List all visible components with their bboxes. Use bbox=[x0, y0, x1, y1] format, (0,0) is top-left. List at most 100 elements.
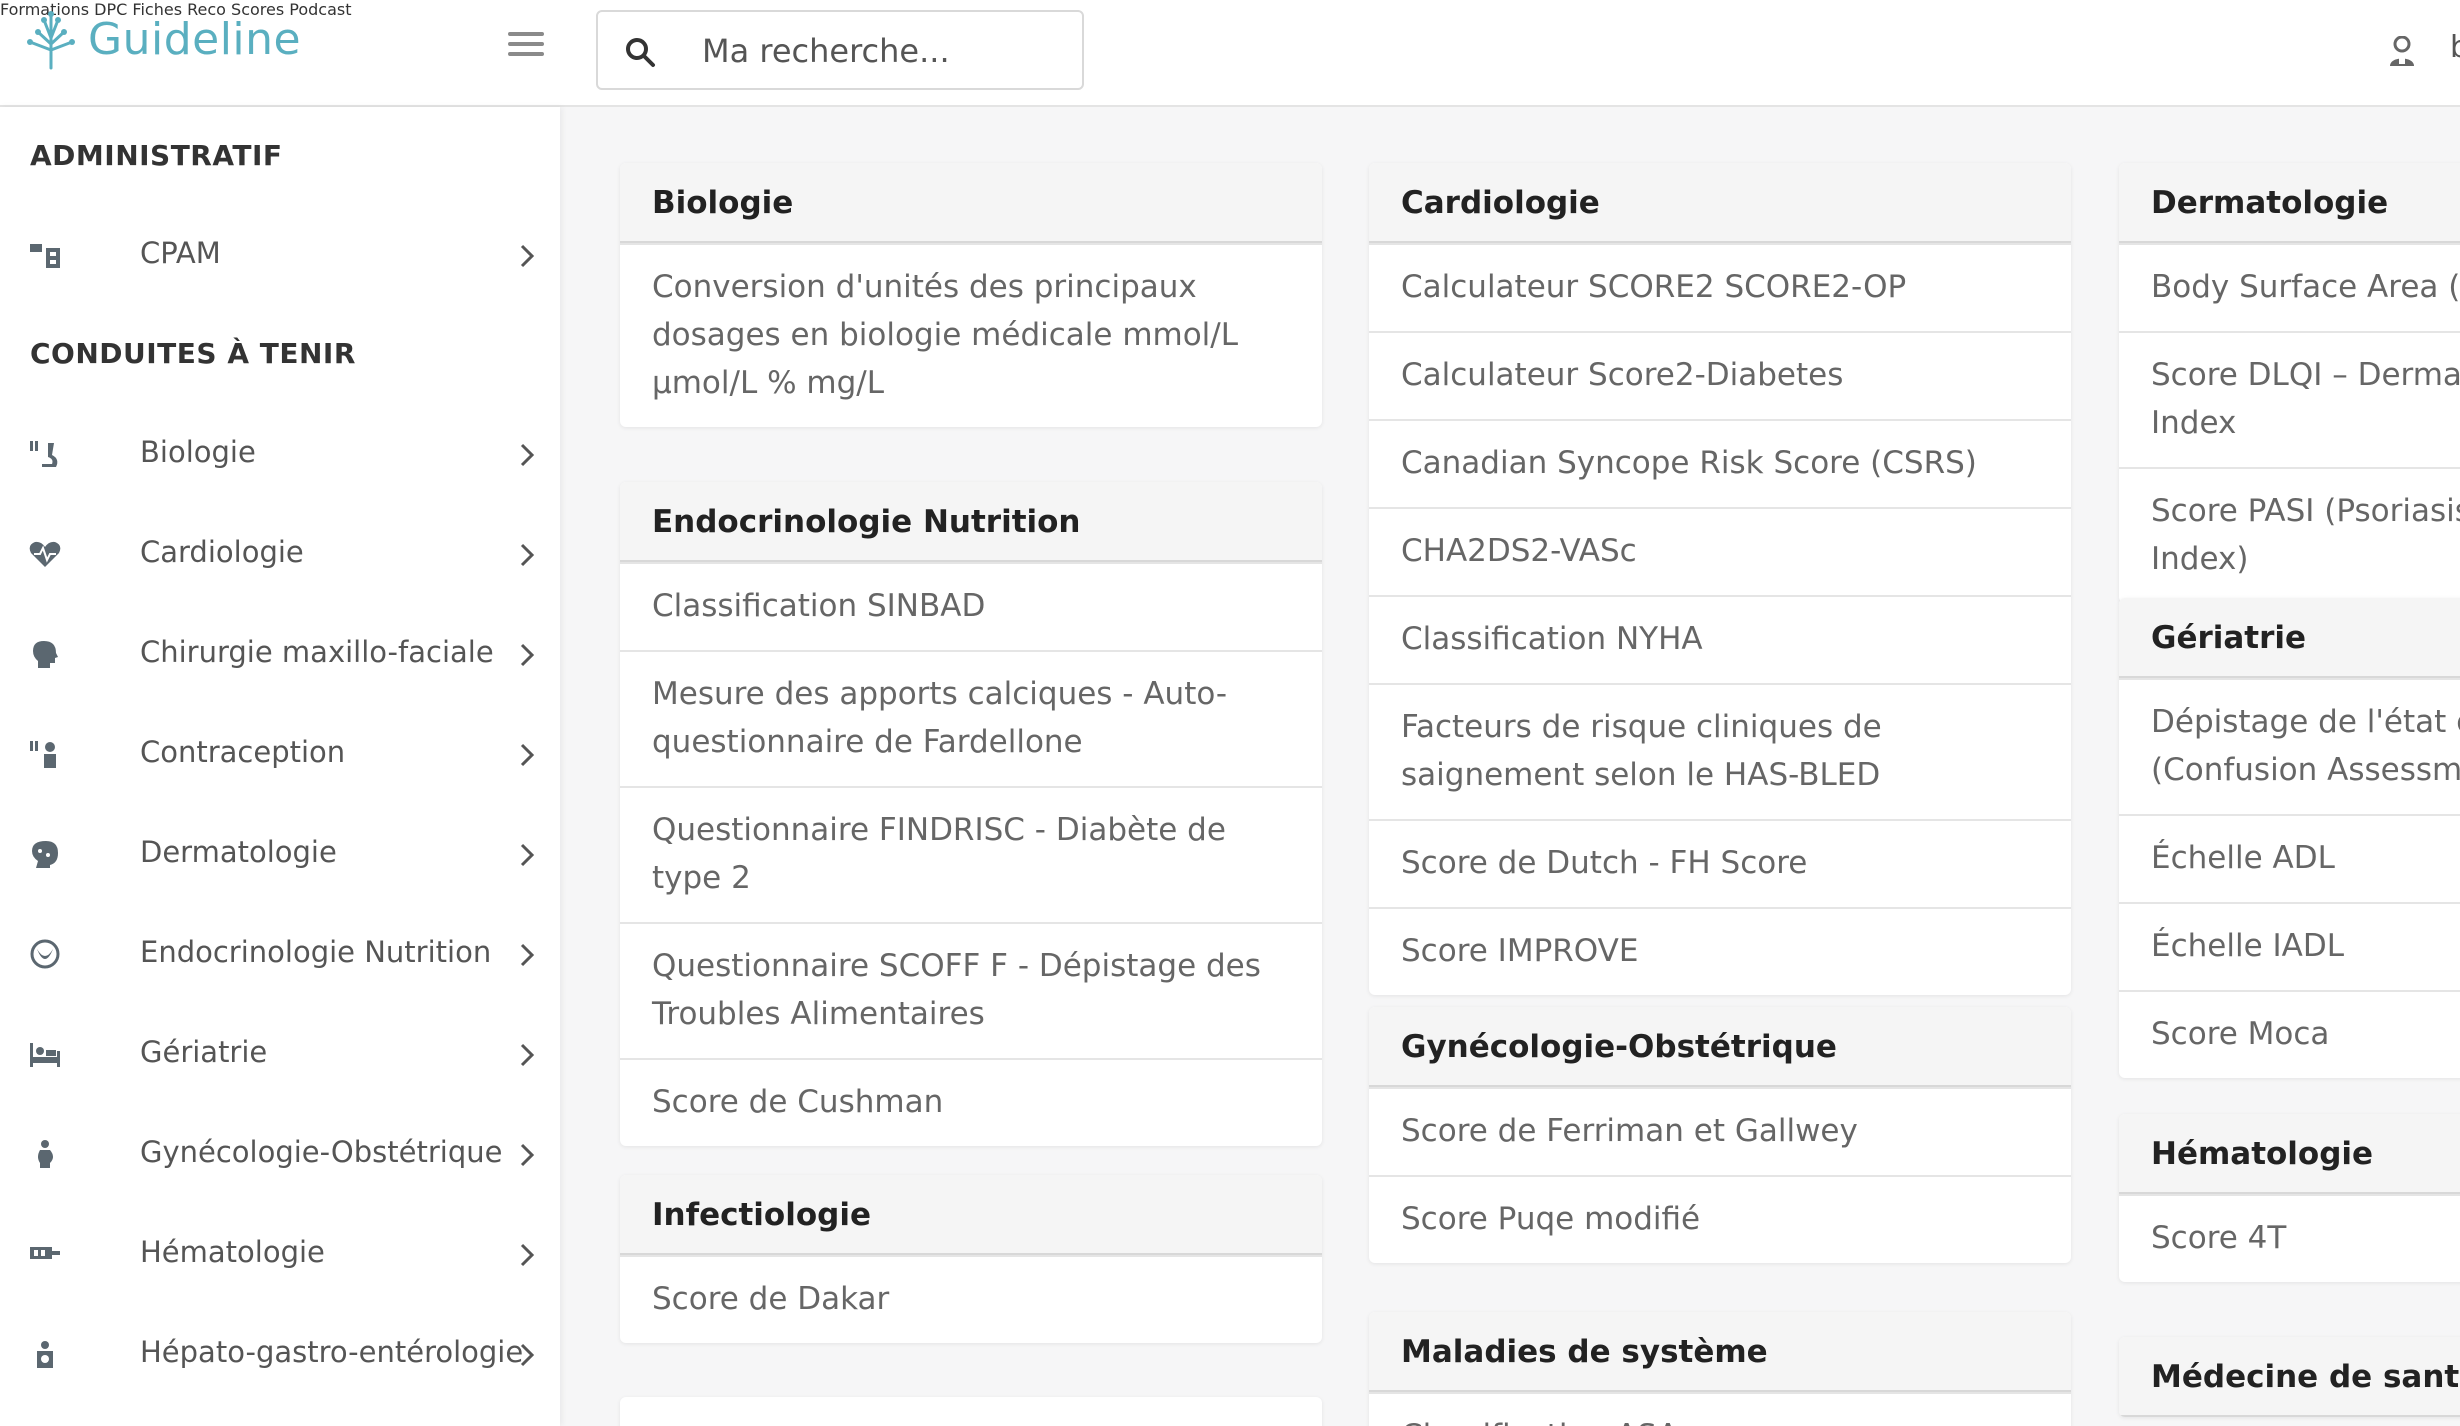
card-item[interactable]: Classification NYHA bbox=[1369, 595, 2071, 683]
card-item[interactable]: Facteurs de risque cliniques de saigneme… bbox=[1369, 683, 2071, 819]
sidebar-item-label: CPAM bbox=[140, 236, 221, 270]
liver-icon bbox=[37, 1341, 53, 1368]
tree-logo-icon bbox=[27, 11, 75, 70]
card-next bbox=[620, 1397, 1322, 1426]
chevron-right-icon bbox=[520, 1043, 535, 1067]
card-infectiologie: Infectiologie Score de Dakar bbox=[620, 1175, 1322, 1343]
card-title: Hématologie bbox=[2119, 1114, 2460, 1194]
card-item[interactable]: CHA2DS2-VASc bbox=[1369, 507, 2071, 595]
card-medecine-sante: Médecine de santé bbox=[2119, 1337, 2460, 1417]
card-item[interactable]: Score de Dutch - FH Score bbox=[1369, 819, 2071, 907]
chevron-right-icon bbox=[520, 943, 535, 967]
sidebar-item-label: Hématologie bbox=[140, 1235, 325, 1269]
logo[interactable]: Guideline bbox=[24, 10, 301, 70]
card-geriatrie: Gériatrie Dépistage de l'état confusionn… bbox=[2119, 598, 2460, 1078]
card-item[interactable]: Échelle ADL bbox=[2119, 814, 2460, 902]
card-item[interactable]: Dépistage de l'état confusionnel : CAM (… bbox=[2119, 678, 2460, 814]
card-title: Endocrinologie Nutrition bbox=[620, 482, 1322, 562]
card-title: Gynécologie-Obstétrique bbox=[1369, 1007, 2071, 1087]
sidebar-item-dermatologie[interactable]: Dermatologie bbox=[0, 809, 560, 899]
search-box[interactable] bbox=[596, 10, 1084, 90]
search-icon bbox=[626, 38, 655, 67]
chevron-right-icon bbox=[520, 443, 535, 467]
hamburger-menu-icon[interactable] bbox=[508, 32, 544, 64]
card-item[interactable]: Classification ASA bbox=[1369, 1392, 2071, 1426]
card-endocrinologie: Endocrinologie Nutrition Classification … bbox=[620, 482, 1322, 1146]
card-item[interactable]: Score PASI (Psoriasis Area and Severity … bbox=[2119, 467, 2460, 603]
sidebar-item-label: Biologie bbox=[140, 435, 256, 469]
sidebar-item-gynecologie[interactable]: Gynécologie-Obstétrique bbox=[0, 1109, 560, 1199]
card-item[interactable]: Score Moca bbox=[2119, 990, 2460, 1078]
sidebar-item-hematologie[interactable]: Hématologie bbox=[0, 1209, 560, 1299]
card-maladies-systeme: Maladies de système Classification ASA bbox=[1369, 1312, 2071, 1426]
card-item[interactable]: Score DLQI – Dermatology Life Quality In… bbox=[2119, 331, 2460, 467]
card-title: Dermatologie bbox=[2119, 163, 2460, 243]
card-item[interactable]: Calculateur SCORE2 SCORE2-OP bbox=[1369, 243, 2071, 331]
cpam-icon bbox=[30, 244, 60, 268]
microscope-icon bbox=[30, 441, 58, 467]
gland-icon bbox=[30, 939, 60, 969]
chevron-right-icon bbox=[520, 643, 535, 667]
sidebar-item-label: Endocrinologie Nutrition bbox=[140, 935, 492, 969]
chevron-right-icon bbox=[520, 543, 535, 567]
head-icon bbox=[33, 641, 58, 668]
sidebar-item-label: Cardiologie bbox=[140, 535, 304, 569]
search-input[interactable] bbox=[702, 24, 1072, 78]
card-item[interactable]: Score IMPROVE bbox=[1369, 907, 2071, 995]
user-doctor-icon[interactable] bbox=[2388, 36, 2416, 66]
sidebar-item-label: Contraception bbox=[140, 735, 346, 769]
chevron-right-icon bbox=[520, 244, 535, 268]
sidebar-item-label: Hépato-gastro-entérologie bbox=[140, 1335, 524, 1369]
card-title: Médecine de santé bbox=[2119, 1337, 2460, 1417]
sidebar-item-hepato[interactable]: Hépato-gastro-entérologie bbox=[0, 1309, 560, 1399]
card-biologie: Biologie Conversion d'unités des princip… bbox=[620, 163, 1322, 427]
card-item[interactable]: Classification SINBAD bbox=[620, 562, 1322, 650]
card-title: Gériatrie bbox=[2119, 598, 2460, 678]
card-item[interactable]: Score de Cushman bbox=[620, 1058, 1322, 1146]
blood-icon bbox=[30, 1247, 60, 1259]
sidebar-item-cpam[interactable]: CPAM bbox=[0, 210, 560, 300]
main-content: Biologie Conversion d'unités des princip… bbox=[560, 107, 2460, 1426]
card-item[interactable]: Questionnaire SCOFF F - Dépistage des Tr… bbox=[620, 922, 1322, 1058]
card-cardiologie: Cardiologie Calculateur SCORE2 SCORE2-OP… bbox=[1369, 163, 2071, 995]
pregnant-icon bbox=[38, 1140, 53, 1168]
card-item[interactable]: Échelle IADL bbox=[2119, 902, 2460, 990]
card-item[interactable]: Questionnaire FINDRISC - Diabète de type… bbox=[620, 786, 1322, 922]
chevron-right-icon bbox=[520, 1143, 535, 1167]
card-item[interactable]: Canadian Syncope Risk Score (CSRS) bbox=[1369, 419, 2071, 507]
sidebar-item-biologie[interactable]: Biologie bbox=[0, 409, 560, 499]
sidebar-item-endocrinologie[interactable]: Endocrinologie Nutrition bbox=[0, 909, 560, 999]
card-gynecologie: Gynécologie-Obstétrique Score de Ferrima… bbox=[1369, 1007, 2071, 1263]
sidebar-item-geriatrie[interactable]: Gériatrie bbox=[0, 1009, 560, 1099]
card-item[interactable]: Score de Dakar bbox=[620, 1255, 1322, 1343]
card-item[interactable]: Body Surface Area (BSA) bbox=[2119, 243, 2460, 331]
sidebar-item-label: Chirurgie maxillo-faciale bbox=[140, 635, 494, 669]
sidebar-heading-administratif: ADMINISTRATIF bbox=[30, 139, 283, 172]
card-item[interactable]: Score de Ferriman et Gallwey bbox=[1369, 1087, 2071, 1175]
card-item[interactable]: Mesure des apports calciques - Auto-ques… bbox=[620, 650, 1322, 786]
card-item[interactable]: Conversion d'unités des principaux dosag… bbox=[620, 243, 1322, 427]
card-dermatologie: Dermatologie Body Surface Area (BSA) Sco… bbox=[2119, 163, 2460, 603]
card-hematologie: Hématologie Score 4T bbox=[2119, 1114, 2460, 1282]
card-item[interactable]: Score Puqe modifié bbox=[1369, 1175, 2071, 1263]
card-item[interactable]: Calculateur Score2-Diabetes bbox=[1369, 331, 2071, 419]
card-title: Infectiologie bbox=[620, 1175, 1322, 1255]
chevron-right-icon bbox=[520, 843, 535, 867]
sidebar-item-contraception[interactable]: Contraception bbox=[0, 709, 560, 799]
card-title: Cardiologie bbox=[1369, 163, 2071, 243]
sidebar-item-label: Dermatologie bbox=[140, 835, 337, 869]
sidebar-item-label: Gynécologie-Obstétrique bbox=[140, 1135, 503, 1169]
sidebar-item-chirurgie[interactable]: Chirurgie maxillo-faciale bbox=[0, 609, 560, 699]
card-item[interactable]: Score 4T bbox=[2119, 1194, 2460, 1282]
chevron-right-icon bbox=[520, 1243, 535, 1267]
sidebar-item-cardiologie[interactable]: Cardiologie bbox=[0, 509, 560, 599]
heart-pulse-icon bbox=[29, 541, 61, 567]
sidebar-item-label: Gériatrie bbox=[140, 1035, 268, 1069]
bed-icon bbox=[30, 1043, 60, 1067]
card-title: Maladies de système bbox=[1369, 1312, 2071, 1392]
face-icon bbox=[32, 841, 58, 868]
card-title: Biologie bbox=[620, 163, 1322, 243]
user-name[interactable]: b bbox=[2450, 30, 2460, 65]
chevron-right-icon bbox=[520, 743, 535, 767]
logo-text: Guideline bbox=[88, 14, 302, 65]
